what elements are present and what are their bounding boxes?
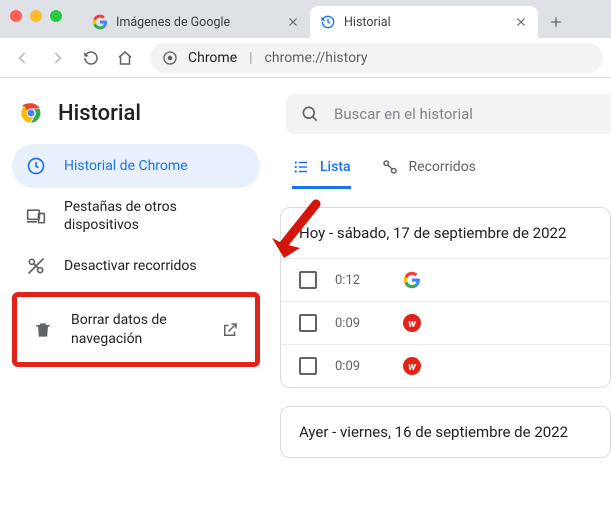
row-checkbox[interactable] [299,271,317,289]
tab-strip: Imágenes de Google Historial [82,0,570,38]
site-favicon-icon: w [403,357,421,375]
main-pane: Lista Recorridos Hoy - sábado, 17 de sep… [270,78,611,511]
devices-icon [26,206,46,226]
google-favicon-icon [92,14,108,30]
history-card-today: Hoy - sábado, 17 de septiembre de 2022 0… [280,207,611,388]
tab-google-images[interactable]: Imágenes de Google [82,6,310,38]
chrome-page-icon [162,50,178,66]
sidebar-item-label: Borrar datos de navegación [71,311,203,347]
sidebar: Historial Historial de Chrome Pestañas d… [0,78,270,511]
row-checkbox[interactable] [299,357,317,375]
view-tabs: Lista Recorridos [270,140,611,189]
search-input[interactable] [334,105,597,123]
address-bar[interactable]: Chrome | chrome://history [150,43,603,73]
page-title: Historial [58,101,141,126]
sidebar-item-other-devices[interactable]: Pestañas de otros dispositivos [12,188,260,244]
row-checkbox[interactable] [299,314,317,332]
tab-title: Historial [344,15,506,30]
search-row [270,88,611,140]
omnibox-url: chrome://history [265,50,368,66]
window-minimize-button[interactable] [30,10,42,22]
history-card-yesterday: Ayer - viernes, 16 de septiembre de 2022 [280,406,611,458]
view-tab-label: Lista [320,159,351,175]
history-row[interactable]: 0:12 [281,259,610,301]
page-content: Historial Historial de Chrome Pestañas d… [0,78,611,511]
view-tab-label: Recorridos [409,159,476,175]
new-tab-button[interactable] [542,8,570,36]
traffic-lights [10,0,62,38]
clock-icon [26,156,46,176]
sidebar-item-label: Historial de Chrome [64,157,246,175]
omnibox-prefix: Chrome [188,50,237,66]
window-zoom-button[interactable] [50,10,62,22]
sidebar-item-disable-journeys[interactable]: Desactivar recorridos [12,244,260,288]
tab-history[interactable]: Historial [310,6,538,38]
history-favicon-icon [320,14,336,30]
journeys-off-icon [26,256,46,276]
back-button[interactable] [8,43,38,73]
external-link-icon [221,321,239,339]
trash-icon [33,320,53,340]
omnibox-separator: | [247,50,254,66]
view-tab-journeys[interactable]: Recorridos [381,158,476,189]
search-box[interactable] [286,94,611,134]
site-favicon-icon: w [403,314,421,332]
forward-button[interactable] [42,43,72,73]
reload-button[interactable] [76,43,106,73]
sidebar-item-chrome-history[interactable]: Historial de Chrome [12,144,260,188]
chrome-logo-icon [18,100,44,126]
google-favicon-icon [403,271,421,289]
journeys-icon [381,158,399,176]
window-titlebar: Imágenes de Google Historial [0,0,611,38]
tab-title: Imágenes de Google [116,15,278,30]
home-button[interactable] [110,43,140,73]
browser-toolbar: Chrome | chrome://history [0,38,611,78]
sidebar-item-label: Desactivar recorridos [64,257,246,275]
row-time: 0:09 [335,359,385,374]
sidebar-item-clear-browsing-data[interactable]: Borrar datos de navegación [19,301,253,357]
window-close-button[interactable] [10,10,22,22]
history-row[interactable]: 0:09 w [281,345,610,387]
search-icon [300,104,320,124]
card-date-label: Ayer - viernes, 16 de septiembre de 2022 [281,407,610,457]
view-tab-list[interactable]: Lista [292,158,351,189]
card-date-label: Hoy - sábado, 17 de septiembre de 2022 [281,208,610,258]
history-row[interactable]: 0:09 w [281,302,610,344]
sidebar-header: Historial [12,96,260,144]
list-icon [292,158,310,176]
row-time: 0:12 [335,273,385,288]
history-cards: Hoy - sábado, 17 de septiembre de 2022 0… [270,189,611,458]
annotation-highlight: Borrar datos de navegación [12,292,260,366]
close-tab-icon[interactable] [286,15,300,29]
close-tab-icon[interactable] [514,15,528,29]
sidebar-item-label: Pestañas de otros dispositivos [64,198,246,234]
row-time: 0:09 [335,316,385,331]
